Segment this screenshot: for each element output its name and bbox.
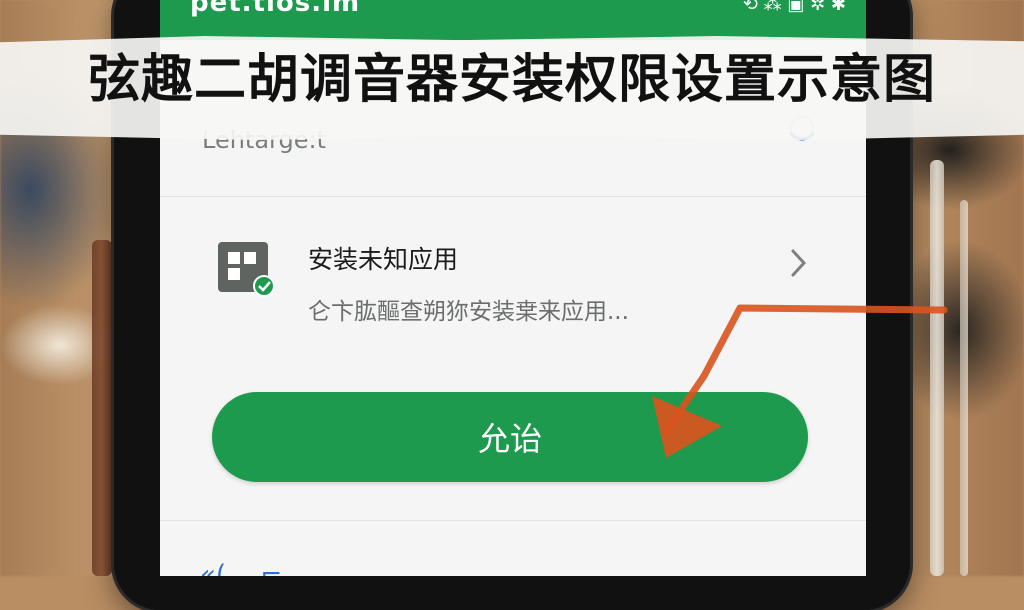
- divider: [160, 196, 866, 197]
- page-title: 弦趣二胡调音器安装权限设置示意图: [87, 50, 936, 110]
- divider: [160, 520, 866, 521]
- status-icons: ⟲ ⁂ ▣ ✲ ✱: [742, 0, 846, 15]
- chevron-right-icon: [791, 249, 807, 277]
- app-install-icon: [218, 242, 275, 297]
- row-title: 安装未知应用: [308, 245, 459, 274]
- status-bar-text: pet.tios.im: [190, 0, 361, 18]
- row-subtitle: 仑卞肱醧查朔狝安装枽来应用...: [308, 299, 629, 325]
- install-unknown-apps-row[interactable]: 安装未知应用 仑卞肱醧查朔狝安装枽来应用...: [160, 200, 866, 350]
- status-bar: pet.tios.im ⟲ ⁂ ▣ ✲ ✱: [160, 0, 866, 40]
- erhu-string-right: [930, 160, 944, 576]
- bottom-partial-item[interactable]: «(… ⌐: [200, 560, 282, 576]
- allow-button[interactable]: 允诒: [212, 392, 808, 482]
- erhu-string-right-2: [960, 200, 968, 576]
- erhu-neck-left: [92, 240, 112, 576]
